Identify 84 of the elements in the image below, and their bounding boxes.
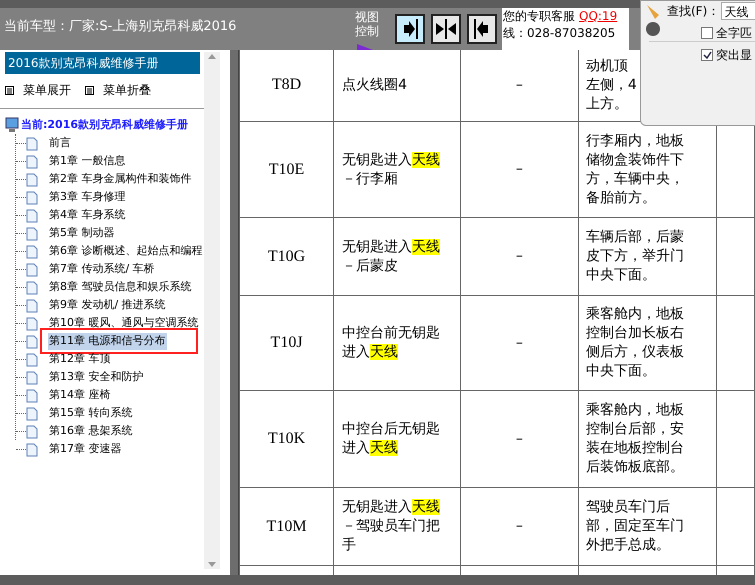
page-icon <box>26 208 38 222</box>
option-label: 全字匹 <box>716 25 752 42</box>
car-model-title: 当前车型：厂家:S-上海别克昂科威2016 <box>4 19 236 34</box>
table-cell: 无钥匙进入天线 －后蒙皮 <box>334 218 460 296</box>
page-icon <box>26 352 38 366</box>
tree-item[interactable]: 第2章 车身金属构件和装饰件 <box>48 171 192 188</box>
checkbox[interactable] <box>701 27 713 39</box>
page-icon <box>26 244 38 258</box>
tree-item[interactable]: 第15章 转向系统 <box>48 405 134 422</box>
service-label: 您的专职客服 <box>503 8 575 25</box>
table-cell: T10G <box>240 218 334 296</box>
table-cell: T10M <box>240 488 334 566</box>
tree-item[interactable]: 第16章 悬架系统 <box>48 423 134 440</box>
phone-text: 线：028-87038205 <box>503 26 616 40</box>
tree-item[interactable]: 前言 <box>48 135 72 152</box>
table-cell: T10J <box>240 296 334 390</box>
table-cell: 无钥匙进入天线 －驾驶员车门把手 <box>334 488 460 566</box>
tree-item[interactable]: 第13章 安全和防护 <box>48 369 144 386</box>
manual-title-bar: 2016款别克昂科威维修手册 <box>5 52 200 74</box>
table-cell: 乘客舱内，地板控制台后部，安装在地板控制台后装饰板底部。 <box>578 390 716 488</box>
tree-item[interactable]: 第7章 传动系统/ 车桥 <box>48 261 156 278</box>
page-icon <box>26 280 38 294</box>
menu-toggle-button[interactable]: 菜单展开 <box>5 81 71 99</box>
arrows-to-bar-icon <box>436 19 456 39</box>
page-icon <box>26 226 38 240</box>
view-toggle-button[interactable] <box>467 14 497 44</box>
table-cell: 无钥匙进入天线 －行李厢 <box>334 122 460 218</box>
tree-item[interactable]: 第10章 暖风、通风与空调系统 <box>48 315 200 332</box>
table-cell: 车辆后部，后蒙皮下方，举升门中央下面。 <box>578 218 716 296</box>
tree-item[interactable]: 第5章 制动器 <box>48 225 116 242</box>
tree-item[interactable]: 第4章 车身系统 <box>48 207 126 224</box>
checkbox[interactable] <box>701 49 713 61</box>
table-cell: 点火线圈4 <box>334 50 460 122</box>
qq-link[interactable]: QQ:19 <box>579 8 618 25</box>
option-label: 突出显 <box>716 47 752 64</box>
page-icon <box>26 316 38 330</box>
scroll-down-icon <box>208 562 216 567</box>
page-icon <box>26 172 38 186</box>
page-icon <box>26 190 38 204</box>
list-icon <box>5 86 14 94</box>
page-icon <box>26 442 38 456</box>
table-cell: T10E <box>240 122 334 218</box>
page-icon <box>26 298 38 312</box>
view-control-label: 视图控制 <box>355 10 380 38</box>
menu-toggle-button[interactable]: 菜单折叠 <box>85 81 151 99</box>
page-icon <box>26 406 38 420</box>
table-cell: – <box>460 50 578 122</box>
page-icon <box>26 334 38 348</box>
tree-item[interactable]: 第9章 发动机/ 推进系统 <box>48 297 167 314</box>
page-icon <box>26 370 38 384</box>
table-cell: – <box>460 488 578 566</box>
arrow-to-bar-icon <box>401 19 419 39</box>
table-cell: 驾驶员车门后部，固定至车门外把手总成。 <box>578 488 716 566</box>
table-cell: T10K <box>240 390 334 488</box>
arrow-from-bar-icon <box>473 19 491 39</box>
table-cell: – <box>460 122 578 218</box>
tree-item[interactable]: 第12章 车顶 <box>48 351 112 368</box>
view-toggle-button[interactable] <box>395 14 425 44</box>
tree-item[interactable]: 第8章 驾驶员信息和娱乐系统 <box>48 279 192 296</box>
tree-item[interactable]: 第3章 车身修理 <box>48 189 126 206</box>
table-cell: – <box>460 218 578 296</box>
tree-item[interactable]: 第17章 变速器 <box>48 441 122 458</box>
page-icon <box>26 154 38 168</box>
page-icon <box>26 262 38 276</box>
list-icon <box>85 86 94 94</box>
table-cell: – <box>460 296 578 390</box>
table-cell: T8D <box>240 50 334 122</box>
tree-root-label[interactable]: 当前:2016款别克昂科威维修手册 <box>21 117 188 134</box>
table-cell: – <box>460 390 578 488</box>
page-icon <box>26 388 38 402</box>
page-icon <box>26 424 38 438</box>
tree-item[interactable]: 第1章 一般信息 <box>48 153 126 170</box>
view-toggle-button[interactable] <box>431 14 461 44</box>
tree-item[interactable]: 第6章 诊断概述、起始点和编程 <box>48 243 204 260</box>
page-icon <box>26 136 38 150</box>
computer-icon <box>5 117 19 134</box>
table-cell: 乘客舱内，地板控制台加长板右侧后方，仪表板中央下面。 <box>578 296 716 390</box>
tree-item[interactable]: 第14章 座椅 <box>48 387 112 404</box>
table-cell: 中控台前无钥匙进入天线 <box>334 296 460 390</box>
tree-item[interactable]: 第11章 电源和信号分布 <box>48 333 166 350</box>
find-label: 查找(F)： <box>667 3 720 20</box>
find-input[interactable]: 天线 <box>721 2 755 20</box>
table-cell: 中控台后无钥匙进入天线 <box>334 390 460 488</box>
scroll-up-icon <box>208 54 216 59</box>
